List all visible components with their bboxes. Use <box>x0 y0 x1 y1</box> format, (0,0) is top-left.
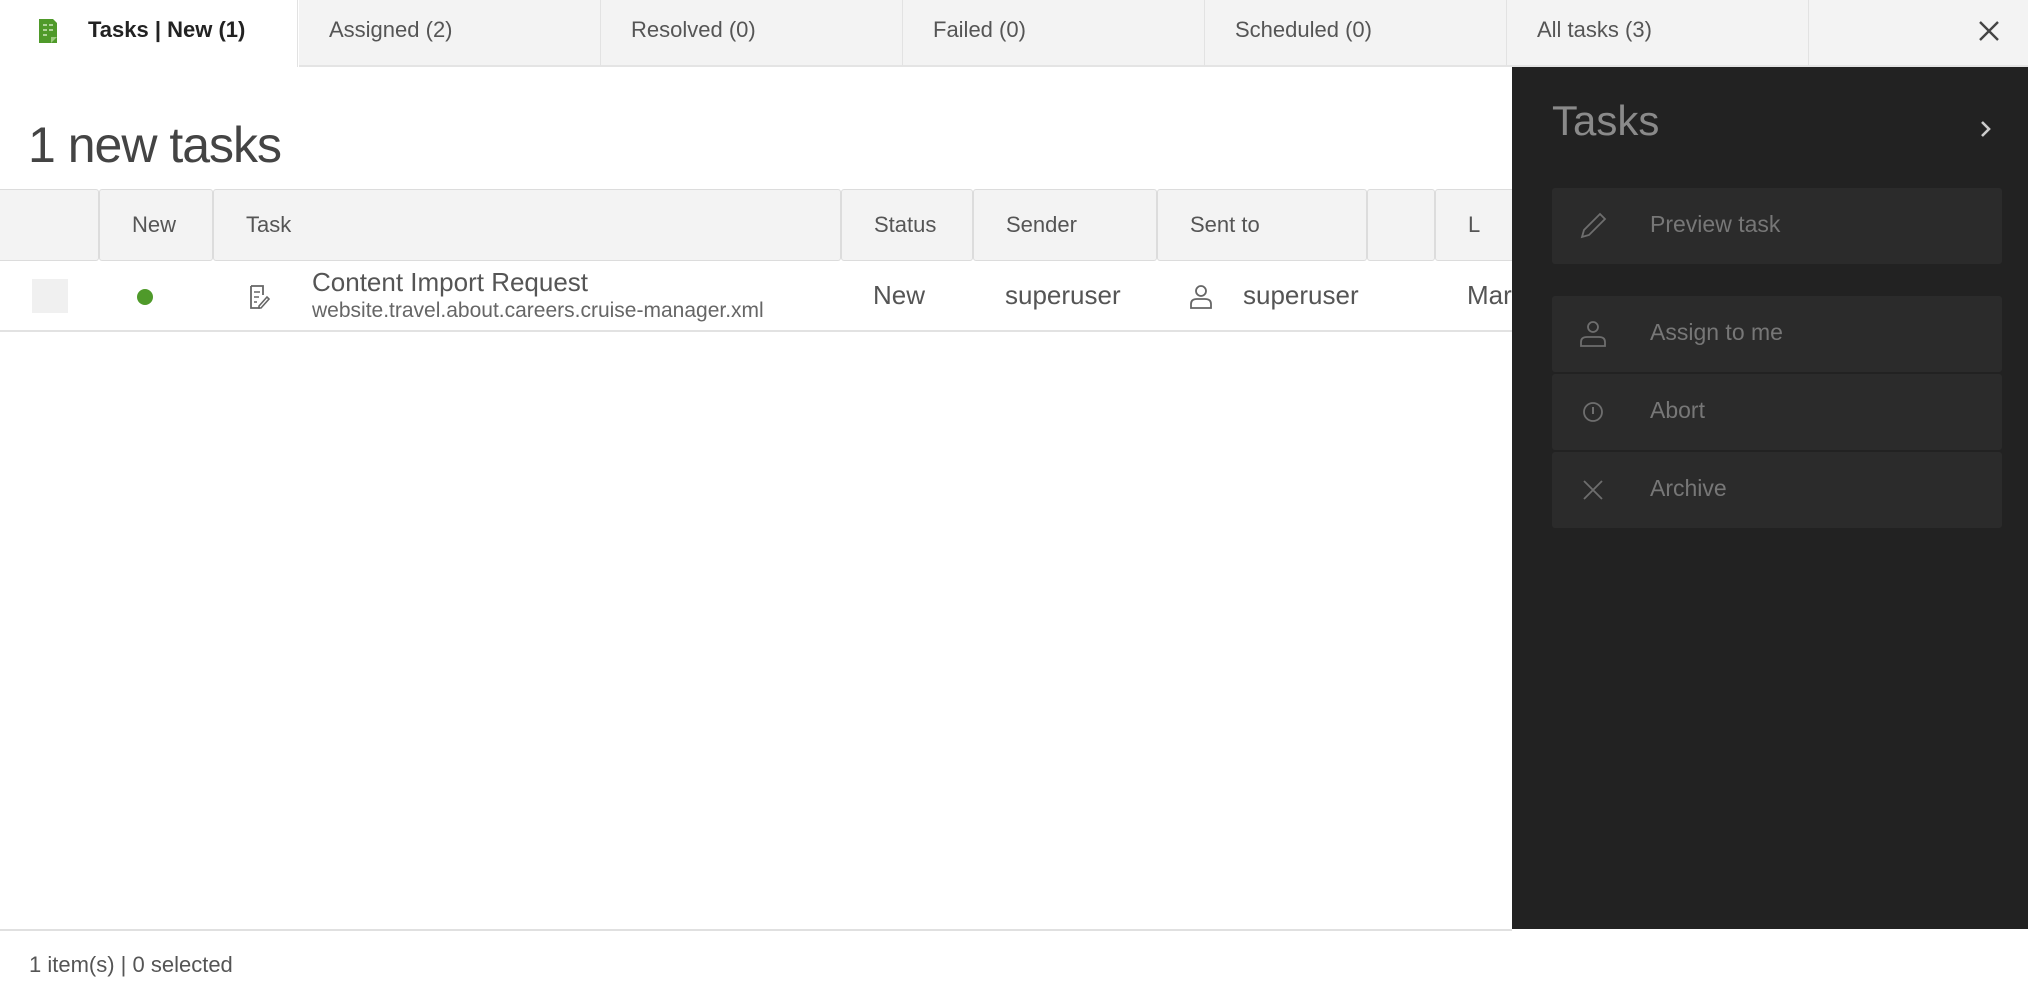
selection-status: 1 item(s) | 0 selected <box>29 952 233 977</box>
archive-button[interactable]: Archive <box>1552 452 2002 528</box>
tasks-side-panel: Tasks Preview task Assign to me Abort Ar… <box>1512 67 2028 929</box>
row-checkbox[interactable] <box>32 279 68 313</box>
pencil-icon <box>1580 212 1607 239</box>
tab-bar: Tasks | New (1) Assigned (2) Resolved (0… <box>0 0 2028 67</box>
column-header-task[interactable]: Task <box>213 189 841 261</box>
assign-to-me-button[interactable]: Assign to me <box>1552 296 2002 372</box>
task-path: website.travel.about.careers.cruise-mana… <box>312 299 764 322</box>
tab-new[interactable]: Tasks | New (1) <box>0 0 298 67</box>
footer-divider <box>0 929 1512 931</box>
page-title: 1 new tasks <box>28 117 282 173</box>
table-header: New Task Status Sender Sent to L <box>0 189 1535 261</box>
tab-label: All tasks (3) <box>1537 17 1652 42</box>
close-icon <box>1583 480 1603 500</box>
column-header-sender[interactable]: Sender <box>973 189 1157 261</box>
close-icon[interactable] <box>1972 14 2006 48</box>
action-label: Archive <box>1650 475 1727 501</box>
column-header-status[interactable]: Status <box>841 189 973 261</box>
abort-button[interactable]: Abort <box>1552 374 2002 450</box>
tab-all-tasks[interactable]: All tasks (3) <box>1507 0 1809 67</box>
table-row[interactable]: Content Import Request website.travel.ab… <box>0 262 1512 332</box>
tab-label: Scheduled (0) <box>1235 17 1372 42</box>
tab-failed[interactable]: Failed (0) <box>903 0 1205 67</box>
sender-cell: superuser <box>1005 280 1121 310</box>
preview-task-button[interactable]: Preview task <box>1552 188 2002 264</box>
action-label: Abort <box>1650 397 1705 423</box>
user-icon <box>1580 321 1606 347</box>
status-cell: New <box>873 280 926 310</box>
panel-title: Tasks <box>1552 97 1660 144</box>
tab-label: Tasks | New (1) <box>88 17 246 42</box>
column-header-sent-to[interactable]: Sent to <box>1157 189 1367 261</box>
column-header-select[interactable] <box>0 189 99 261</box>
column-header-blank[interactable] <box>1367 189 1435 261</box>
tab-assigned[interactable]: Assigned (2) <box>299 0 601 67</box>
info-circle-icon <box>1583 402 1603 422</box>
sent-to-cell: superuser <box>1243 280 1359 310</box>
document-edit-icon <box>250 285 270 309</box>
tab-label: Failed (0) <box>933 17 1026 42</box>
user-icon <box>1190 285 1212 309</box>
new-indicator-dot <box>137 289 153 305</box>
column-header-new[interactable]: New <box>99 189 213 261</box>
task-title[interactable]: Content Import Request <box>312 267 588 298</box>
chevron-right-icon[interactable] <box>1974 112 1998 146</box>
tab-label: Assigned (2) <box>329 17 453 42</box>
tab-resolved[interactable]: Resolved (0) <box>601 0 903 67</box>
tab-label: Resolved (0) <box>631 17 756 42</box>
action-label: Assign to me <box>1650 319 1783 345</box>
action-label: Preview task <box>1650 211 1781 237</box>
tasks-app-icon <box>39 19 57 43</box>
tab-scheduled[interactable]: Scheduled (0) <box>1205 0 1507 67</box>
last-column-cell: Mar <box>1467 280 1512 310</box>
